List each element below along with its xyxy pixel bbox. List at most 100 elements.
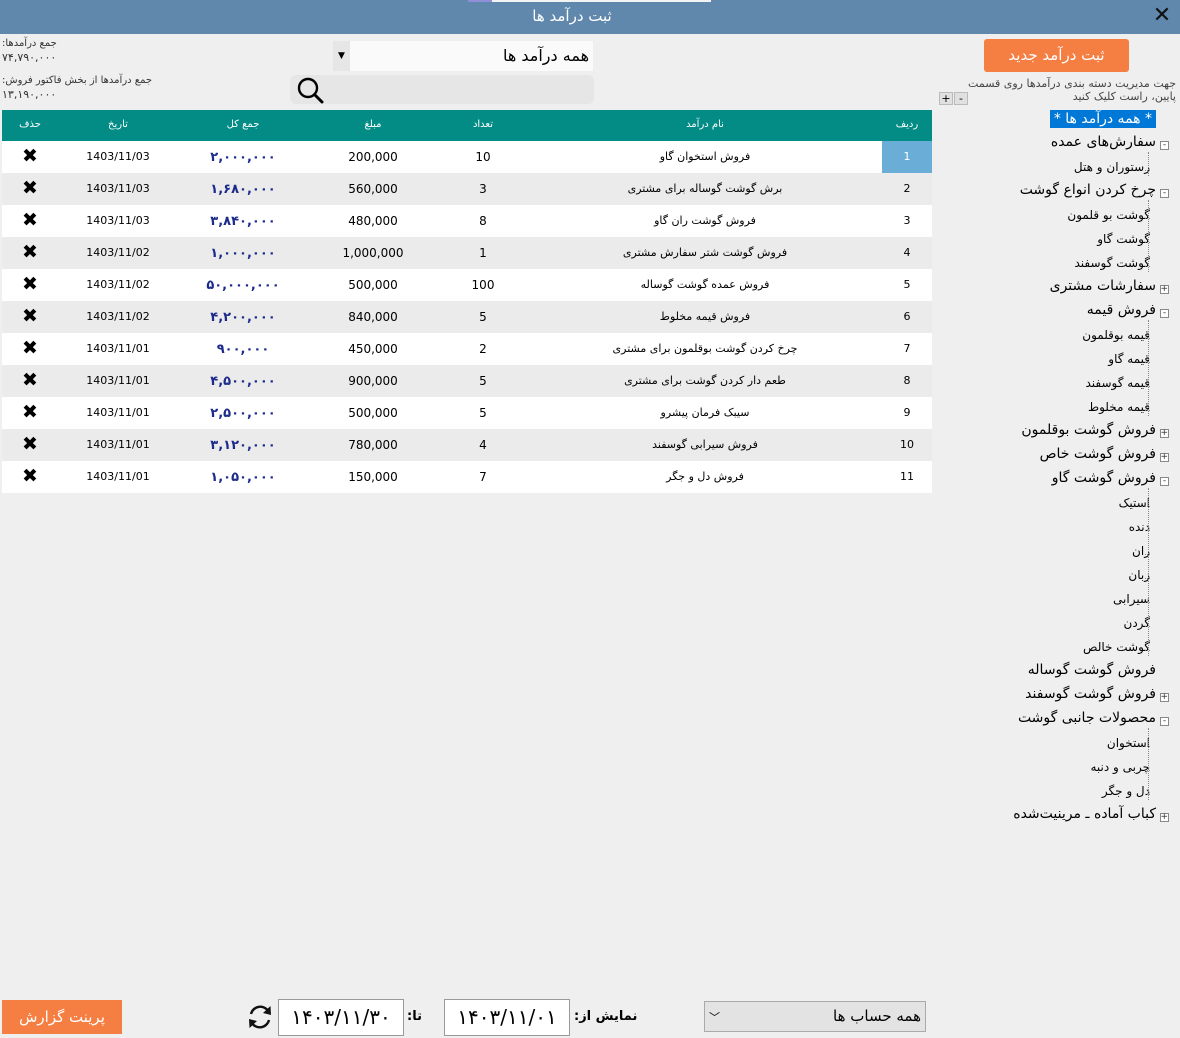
header-delete[interactable]: حذف (2, 119, 58, 130)
cell-name: فروش دل و جگر (666, 470, 744, 483)
collapse-icon[interactable]: - (1160, 717, 1169, 726)
table-row[interactable]: ✖ 1403/11/01 ۱,۰۵۰,۰۰۰ 150,000 7 فروش دل و جگ… (2, 461, 932, 493)
expand-icon[interactable]: + (1160, 285, 1169, 294)
category-dropdown[interactable]: ▼ همه درآمد ها (333, 41, 593, 71)
delete-icon[interactable]: ✖ (2, 465, 58, 487)
delete-icon[interactable]: ✖ (2, 337, 58, 359)
table-row[interactable]: ✖ 1403/11/02 ۱,۰۰۰,۰۰۰ 1,000,000 1 فروش گوشت … (2, 237, 932, 269)
header-row-number[interactable]: ردیف (882, 119, 932, 130)
collapse-icon[interactable]: - (1160, 477, 1169, 486)
delete-icon[interactable]: ✖ (2, 273, 58, 295)
expand-icon[interactable]: + (1160, 813, 1169, 822)
tree-subcategory[interactable]: گردن (1124, 616, 1151, 630)
cell-row-number: 7 (903, 342, 911, 355)
tree-subcategory[interactable]: زبان (1128, 568, 1150, 582)
expand-icon[interactable]: + (1160, 693, 1169, 702)
category-tree[interactable]: * همه درآمد ها * سفارش‌های عمده - رستوران و… (936, 108, 1180, 828)
table-row[interactable]: ✖ 1403/11/01 ۳,۱۲۰,۰۰۰ 780,000 4 فروش سیرابی … (2, 429, 932, 461)
cell-amount: 200,000 (348, 150, 398, 164)
category-dropdown-value: همه درآمد ها (502, 46, 589, 65)
chevron-down-icon[interactable]: ﹀ (709, 1009, 720, 1025)
income-table: حذف تاریخ جمع کل مبلغ تعداد نام درآمد رد… (2, 110, 932, 493)
tree-subcategory[interactable]: چربی و دنبه (1090, 760, 1150, 774)
header-total[interactable]: جمع کل (178, 119, 308, 130)
account-dropdown[interactable]: ﹀ همه حساب ها (704, 1001, 926, 1032)
tree-category[interactable]: سفارش‌های عمده (1051, 134, 1156, 150)
print-report-button[interactable]: پرینت گزارش (2, 1000, 122, 1034)
expand-icon[interactable]: + (1160, 429, 1169, 438)
delete-icon[interactable]: ✖ (2, 401, 58, 423)
tree-category[interactable]: فروش گوشت گوساله (1028, 662, 1156, 678)
expand-icon[interactable]: + (1160, 453, 1169, 462)
table-header: حذف تاریخ جمع کل مبلغ تعداد نام درآمد رد… (2, 110, 932, 141)
tree-category[interactable]: فروش گوشت گوسفند (1025, 686, 1156, 702)
from-date-label: نمایش از: (574, 1009, 638, 1024)
tree-subcategory[interactable]: قیمه گوسفند (1086, 376, 1151, 390)
header-name[interactable]: نام درآمد (528, 119, 882, 130)
tree-subcategory[interactable]: استیک (1119, 496, 1150, 510)
tree-root[interactable]: * همه درآمد ها * (1049, 110, 1156, 128)
tree-subcategory[interactable]: قیمه بوقلمون (1082, 328, 1150, 342)
delete-icon[interactable]: ✖ (2, 241, 58, 263)
collapse-icon[interactable]: - (1160, 309, 1169, 318)
tree-category[interactable]: سفارشات مشتری (1050, 278, 1156, 294)
tree-subcategory[interactable]: قیمه مخلوط (1088, 400, 1150, 414)
delete-icon[interactable]: ✖ (2, 209, 58, 231)
tree-connector (1148, 488, 1149, 656)
search-input[interactable] (332, 78, 588, 101)
collapse-icon[interactable]: - (1160, 189, 1169, 198)
tree-subcategory[interactable]: رستوران و هتل (1074, 160, 1150, 174)
delete-icon[interactable]: ✖ (2, 433, 58, 455)
cell-total: ۲,۰۰۰,۰۰۰ (210, 150, 276, 165)
tree-category[interactable]: کباب آماده ـ مرینیت‌شده (1013, 806, 1156, 822)
tree-subcategory[interactable]: دنده (1129, 520, 1150, 534)
collapse-icon[interactable]: - (1160, 141, 1169, 150)
tree-subcategory[interactable]: گوشت خالص (1083, 640, 1150, 654)
table-row[interactable]: ✖ 1403/11/01 ۴,۵۰۰,۰۰۰ 900,000 5 طعم دار کردن… (2, 365, 932, 397)
table-row[interactable]: ✖ 1403/11/03 ۳,۸۴۰,۰۰۰ 480,000 8 فروش گوشت را… (2, 205, 932, 237)
header-amount[interactable]: مبلغ (308, 119, 438, 130)
tree-subcategory[interactable]: قیمه گاو (1108, 352, 1150, 366)
tree-subcategory[interactable]: استخوان (1107, 736, 1150, 750)
cell-row-number: 5 (903, 278, 911, 291)
header-count[interactable]: تعداد (438, 119, 528, 130)
cell-amount: 500,000 (348, 406, 398, 420)
to-date-input[interactable]: ۱۴۰۳/۱۱/۳۰ (278, 999, 404, 1036)
tree-category[interactable]: فروش قیمه (1087, 302, 1156, 318)
delete-icon[interactable]: ✖ (2, 369, 58, 391)
table-row[interactable]: ✖ 1403/11/01 ۲,۵۰۰,۰۰۰ 500,000 5 سیبک فرمان پ… (2, 397, 932, 429)
delete-icon[interactable]: ✖ (2, 177, 58, 199)
close-icon[interactable]: ✕ (1150, 4, 1174, 28)
new-income-button[interactable]: ثبت درآمد جدید (984, 39, 1129, 72)
table-row[interactable]: ✖ 1403/11/02 ۴,۲۰۰,۰۰۰ 840,000 5 فروش قیمه مخ… (2, 301, 932, 333)
cell-total: ۱,۰۰۰,۰۰۰ (210, 246, 276, 261)
tree-subcategory[interactable]: گوشت گاو (1097, 232, 1150, 246)
table-row[interactable]: ✖ 1403/11/02 ۵۰,۰۰۰,۰۰۰ 500,000 100 فروش عمده… (2, 269, 932, 301)
table-row[interactable]: ✖ 1403/11/03 ۲,۰۰۰,۰۰۰ 200,000 10 فروش استخوا… (2, 141, 932, 173)
delete-icon[interactable]: ✖ (2, 305, 58, 327)
table-row[interactable]: ✖ 1403/11/01 ۹۰۰,۰۰۰ 450,000 2 چرخ کردن گوشت … (2, 333, 932, 365)
tree-category[interactable]: فروش گوشت بوقلمون (1021, 422, 1156, 438)
refresh-icon[interactable] (246, 1003, 274, 1031)
delete-icon[interactable]: ✖ (2, 145, 58, 167)
header-date[interactable]: تاریخ (58, 119, 178, 130)
tree-category[interactable]: فروش گوشت گاو (1052, 470, 1156, 486)
expand-all-button[interactable]: + (939, 92, 953, 105)
cell-name: چرخ کردن گوشت بوقلمون برای مشتری (612, 342, 798, 355)
tree-subcategory[interactable]: گوشت گوسفند (1074, 256, 1150, 270)
total-income-label: جمع درآمدها: (2, 38, 57, 49)
search-icon[interactable] (295, 76, 327, 104)
tree-category[interactable]: فروش گوشت خاص (1040, 446, 1156, 462)
cell-total: ۲,۵۰۰,۰۰۰ (210, 406, 276, 421)
dropdown-arrow-icon[interactable]: ▼ (333, 41, 350, 71)
tree-category[interactable]: محصولات جانبی گوشت (1018, 710, 1156, 726)
tree-subcategory[interactable]: سیرابی (1113, 592, 1150, 606)
from-date-input[interactable]: ۱۴۰۳/۱۱/۰۱ (444, 999, 570, 1036)
tree-category[interactable]: چرخ کردن انواع گوشت (1020, 182, 1156, 198)
cell-name: فروش گوشت شتر سفارش مشتری (622, 246, 788, 259)
collapse-all-button[interactable]: - (954, 92, 968, 105)
cell-total: ۱,۰۵۰,۰۰۰ (210, 470, 276, 485)
table-row[interactable]: ✖ 1403/11/03 ۱,۶۸۰,۰۰۰ 560,000 3 برش گوشت گوس… (2, 173, 932, 205)
tree-subcategory[interactable]: دل و جگر (1102, 784, 1150, 798)
tree-subcategory[interactable]: گوشت بو قلمون (1067, 208, 1150, 222)
